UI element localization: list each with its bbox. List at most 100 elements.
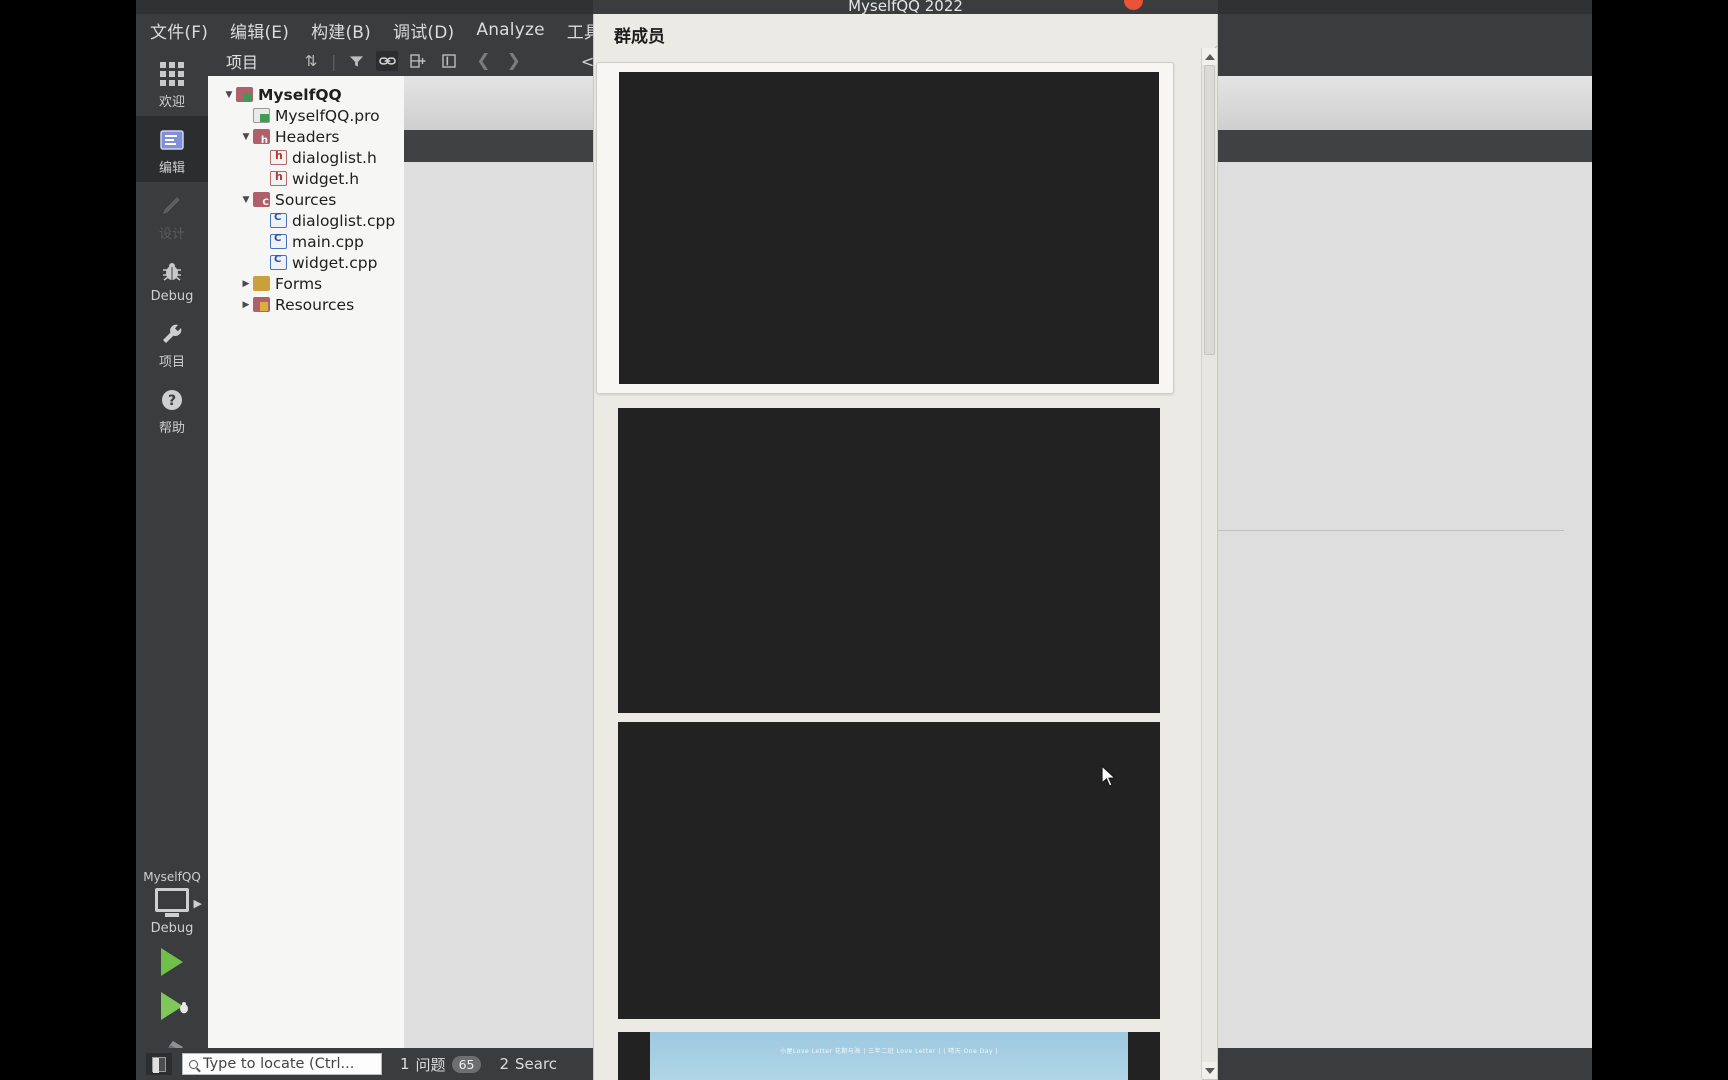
mode-debug-label: Debug	[150, 289, 194, 304]
member-avatar[interactable]	[618, 408, 1160, 713]
project-tree-panel[interactable]: ▼ MyselfQQ MyselfQQ.pro ▼ Headers dialog…	[208, 76, 404, 1048]
tree-item-dialoglist-cpp[interactable]: dialoglist.cpp	[214, 210, 404, 231]
pro-file-icon	[253, 108, 270, 123]
qq-window-body: 群成员 2号 3号 4号	[593, 14, 1218, 1080]
tree-item-label: main.cpp	[292, 232, 364, 251]
scrollbar-thumb[interactable]	[1204, 65, 1215, 355]
output-pane-issues[interactable]: 1 问题 65	[400, 1054, 482, 1075]
list-item[interactable]: 4号	[596, 722, 1174, 1019]
nav-forward-icon[interactable]: ❯	[507, 51, 521, 71]
member-avatar[interactable]	[618, 722, 1160, 1019]
group-member-list[interactable]: 2号 3号 4号 小屋Love Letter 花期与海 | 三年二班	[594, 48, 1202, 1080]
tree-item-forms[interactable]: ▶ Forms	[214, 273, 404, 294]
member-avatar[interactable]: 小屋Love Letter 花期与海 | 三年二班 Love Letter | …	[618, 1032, 1160, 1080]
tree-item-main-cpp[interactable]: main.cpp	[214, 231, 404, 252]
resources-folder-icon	[253, 297, 270, 312]
grid-icon	[136, 60, 208, 88]
mode-help[interactable]: ? 帮助	[136, 376, 208, 442]
tree-item-resources[interactable]: ▶ Resources	[214, 294, 404, 315]
member-avatar[interactable]	[619, 72, 1159, 384]
sort-updown-icon[interactable]: ⇅	[300, 51, 322, 71]
mode-selector-bar: 欢迎 编辑 设计 Debug 项目 ? 帮助 MyselfQQ ▶ Debug	[136, 46, 208, 1080]
output-pane-search[interactable]: 2 Searc	[499, 1055, 557, 1073]
chevron-down-icon[interactable]: ▼	[222, 90, 236, 100]
locator-input[interactable]: Type to locate (Ctrl...	[182, 1053, 382, 1075]
mode-edit-label: 编辑	[158, 161, 185, 176]
pane-label: 问题	[415, 1055, 446, 1074]
sources-folder-icon	[253, 192, 270, 208]
toggle-left-sidebar-icon[interactable]	[146, 1053, 172, 1075]
filter-icon[interactable]	[345, 51, 367, 71]
image-caption: 小屋Love Letter 花期与海 | 三年二班 Love Letter | …	[780, 1048, 998, 1055]
mode-projects[interactable]: 项目	[136, 310, 208, 376]
tree-item-label: Resources	[275, 295, 355, 314]
chevron-down-icon[interactable]: ▼	[239, 195, 253, 205]
tree-item-headers[interactable]: ▼ Headers	[214, 126, 404, 147]
toggle-sidebar-icon[interactable]	[438, 51, 460, 71]
header-file-icon	[270, 149, 287, 165]
locator-placeholder: Type to locate (Ctrl...	[203, 1056, 355, 1072]
list-item[interactable]: 3号	[596, 408, 1174, 713]
tree-item-label: MyselfQQ	[258, 85, 342, 104]
menu-edit[interactable]: 编辑(E)	[230, 18, 289, 43]
mode-design-label: 设计	[158, 227, 185, 242]
menu-debug[interactable]: 调试(D)	[393, 18, 454, 43]
tree-item-sources[interactable]: ▼ Sources	[214, 189, 404, 210]
kit-name: MyselfQQ	[143, 870, 201, 884]
tree-item-label: Forms	[275, 274, 323, 293]
mode-projects-label: 项目	[158, 355, 185, 370]
scroll-up-arrow-icon[interactable]	[1202, 48, 1217, 65]
tree-item-widget-h[interactable]: widget.h	[214, 168, 404, 189]
tree-item-label: Headers	[275, 127, 340, 146]
cpp-file-icon	[270, 212, 287, 228]
pane-label: Searc	[515, 1055, 558, 1073]
run-button[interactable]	[161, 948, 183, 976]
screen: 文件(F) 编辑(E) 构建(B) 调试(D) Analyze 工具(T) 控件…	[0, 0, 1728, 1080]
tree-item-label: dialoglist.h	[292, 148, 377, 167]
pane-index: 2	[499, 1055, 510, 1073]
tree-item-dialoglist-h[interactable]: dialoglist.h	[214, 147, 404, 168]
nav-back-icon[interactable]: ❮	[476, 51, 490, 71]
chevron-right-icon[interactable]: ▶	[239, 279, 253, 289]
menu-analyze[interactable]: Analyze	[476, 20, 544, 40]
menu-build[interactable]: 构建(B)	[311, 18, 371, 43]
tree-item-label: widget.h	[292, 169, 360, 188]
tree-item-widget-cpp[interactable]: widget.cpp	[214, 252, 404, 273]
cpp-file-icon	[270, 254, 287, 270]
headers-folder-icon	[253, 129, 270, 146]
monitor-stand	[165, 913, 179, 917]
tree-item-label: MyselfQQ.pro	[275, 106, 380, 125]
build-config-label: Debug	[150, 921, 194, 936]
chevron-right-icon[interactable]: ▶	[194, 897, 202, 910]
bug-overlay-icon	[180, 1002, 188, 1014]
svg-text:?: ?	[168, 393, 176, 409]
scroll-down-arrow-icon[interactable]	[1202, 1062, 1217, 1079]
issue-count-badge: 65	[451, 1055, 482, 1073]
list-item[interactable]: 小屋Love Letter 花期与海 | 三年二班 Love Letter | …	[596, 1032, 1174, 1080]
pane-index: 1	[400, 1055, 410, 1073]
search-icon	[189, 1059, 198, 1069]
menu-file[interactable]: 文件(F)	[150, 18, 208, 43]
chevron-right-icon[interactable]: ▶	[239, 300, 253, 310]
myselfqq-window: MyselfQQ 2022 群成员 2号 3号	[593, 0, 1218, 1080]
chevron-down-icon[interactable]: ▼	[239, 132, 253, 142]
tree-item-project[interactable]: ▼ MyselfQQ	[214, 84, 404, 105]
mode-welcome-label: 欢迎	[158, 95, 185, 110]
list-item[interactable]: 2号	[596, 62, 1174, 394]
mode-debug[interactable]: Debug	[136, 248, 208, 310]
tree-item-label: dialoglist.cpp	[292, 211, 396, 230]
mode-edit[interactable]: 编辑	[136, 116, 208, 182]
tree-item-label: widget.cpp	[292, 253, 378, 272]
link-with-editor-icon[interactable]	[376, 51, 399, 71]
monitor-icon[interactable]	[155, 888, 189, 912]
add-split-icon[interactable]	[407, 51, 429, 71]
member-list-scrollbar[interactable]	[1201, 48, 1217, 1079]
mode-design[interactable]: 设计	[136, 182, 208, 248]
tab-group-members[interactable]: 群成员	[614, 22, 665, 47]
bug-icon	[136, 258, 208, 286]
tree-item-pro-file[interactable]: MyselfQQ.pro	[214, 105, 404, 126]
window-title: MyselfQQ 2022	[848, 0, 963, 15]
tree-item-label: Sources	[275, 190, 337, 209]
mode-welcome[interactable]: 欢迎	[136, 50, 208, 116]
editor-icon	[136, 126, 208, 154]
